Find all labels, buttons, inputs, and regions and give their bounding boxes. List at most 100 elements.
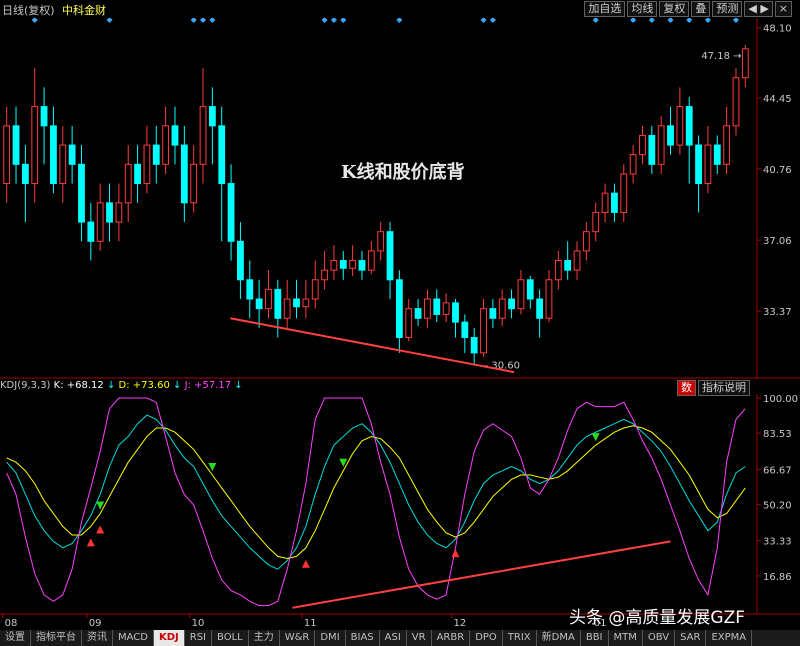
forecast-button[interactable]: 预测 (712, 1, 743, 17)
high-marker: 47.18 → (701, 51, 741, 62)
green-down-arrow-icon (208, 463, 217, 472)
date-tick-label: 12 (453, 618, 466, 629)
tab-11[interactable]: ASI (380, 630, 407, 646)
d-value: D: +73.60 (118, 380, 170, 391)
tab-9[interactable]: DMI (315, 630, 346, 646)
tab-21[interactable]: EXPMA (706, 630, 753, 646)
candle-body (732, 77, 740, 127)
candle-body (545, 279, 553, 319)
candle-body (134, 163, 141, 185)
candle-body (339, 260, 347, 269)
green-down-arrow-icon (591, 433, 600, 442)
kdj-tick-label: 100.00 (763, 394, 798, 405)
nav-arrows-button[interactable]: ◀ ▶ (744, 1, 773, 17)
adjust-button[interactable]: 复权 (659, 1, 690, 17)
candle-body (498, 298, 506, 319)
candle-body (377, 231, 385, 252)
candle-body (143, 144, 151, 185)
close-icon[interactable]: × (774, 1, 792, 17)
red-up-arrow-icon (451, 549, 460, 558)
candle-body (68, 144, 76, 165)
period-label: 日线(复权) (2, 4, 55, 17)
candle-body (293, 298, 300, 308)
candle-body (639, 134, 646, 156)
date-tick-label: 09 (89, 618, 102, 629)
tab-7[interactable]: 主力 (249, 630, 280, 646)
candle-body (470, 337, 478, 354)
overlay-button[interactable]: 叠 (691, 1, 711, 17)
candle-body (321, 269, 328, 281)
tab-5[interactable]: RSI (185, 630, 213, 646)
tab-6[interactable]: BOLL (212, 630, 249, 646)
add-watchlist-button[interactable]: 加自选 (584, 1, 626, 17)
data-button[interactable]: 数 (677, 380, 696, 396)
candle-body (695, 144, 702, 185)
indicator-tabs: 设置 指标平台 资讯 MACD KDJ RSI BOLL 主力 W&R DMI BIAS ASI VR A… (0, 630, 800, 646)
candle-body (78, 163, 85, 223)
tab-14[interactable]: DPO (470, 630, 503, 646)
date-tick-label: 10 (192, 618, 205, 629)
candle-body (601, 192, 609, 213)
kdj-info-bar: KDJ(9,3,3) K: +68.12 ↓ D: +73.60 ↓ J: +5… (0, 380, 243, 394)
candle-body (237, 240, 244, 281)
candle-body (265, 288, 272, 310)
candle-body (152, 144, 160, 165)
candle-body (508, 298, 515, 310)
tab-17[interactable]: BBI (581, 630, 609, 646)
tab-8[interactable]: W&R (280, 630, 316, 646)
date-tick-label: 08 (5, 618, 18, 629)
candle-body (676, 106, 684, 146)
k-arrow-icon: ↓ (106, 380, 116, 391)
tab-16[interactable]: 新DMA (537, 630, 581, 646)
candle-body (180, 144, 188, 204)
tab-15[interactable]: TRIX (503, 630, 537, 646)
kdj-tick-label: 83.53 (763, 429, 792, 440)
candle-body (199, 106, 207, 165)
price-tick-label: 48.10 (763, 24, 792, 35)
price-tick-label: 40.76 (763, 165, 792, 176)
kdj-line-d (6, 425, 746, 560)
tab-0[interactable]: 设置 (0, 630, 31, 646)
stock-name: 中科金财 (62, 4, 106, 17)
kdj-line-k (6, 414, 746, 570)
kdj-trend-line (292, 540, 671, 609)
candle-body (227, 183, 235, 242)
candle-body (405, 308, 413, 339)
tab-20[interactable]: SAR (675, 630, 707, 646)
candle-body (87, 221, 95, 242)
tab-19[interactable]: OBV (643, 630, 676, 646)
price-tick-label: 33.37 (763, 307, 792, 318)
candle-body (648, 134, 656, 165)
tab-4[interactable]: KDJ (153, 630, 185, 646)
candle-body (395, 279, 403, 339)
candle-body (554, 260, 562, 281)
tab-3[interactable]: MACD (113, 630, 154, 646)
tab-13[interactable]: ARBR (432, 630, 471, 646)
kdj-axis: 100.00 83.53 66.67 50.20 33.33 16.86 (757, 394, 798, 583)
tab-2[interactable]: 资讯 (82, 630, 113, 646)
tab-1[interactable]: 指标平台 (31, 630, 82, 646)
tab-18[interactable]: MTM (609, 630, 643, 646)
candle-body (685, 106, 693, 146)
candle-body (171, 125, 179, 146)
candle-body (386, 231, 394, 281)
candle-body (124, 163, 132, 204)
d-arrow-icon: ↓ (173, 380, 182, 391)
candle-body (3, 125, 11, 185)
indicator-help-button[interactable]: 指标说明 (698, 380, 750, 396)
candle-body (50, 125, 57, 185)
candle-body (667, 125, 674, 146)
candle-body (536, 298, 544, 319)
candle-body (723, 125, 731, 165)
tab-10[interactable]: BIAS (346, 630, 380, 646)
candle-body (349, 260, 357, 269)
candle-body (592, 211, 600, 233)
candle-body (218, 125, 226, 185)
tab-12[interactable]: VR (407, 630, 432, 646)
date-tick-label: 11 (304, 618, 317, 629)
candle-body (59, 144, 67, 185)
candle-body (526, 279, 534, 300)
candle-body (12, 125, 20, 165)
candle-body (31, 106, 39, 185)
ma-button[interactable]: 均线 (627, 1, 658, 17)
